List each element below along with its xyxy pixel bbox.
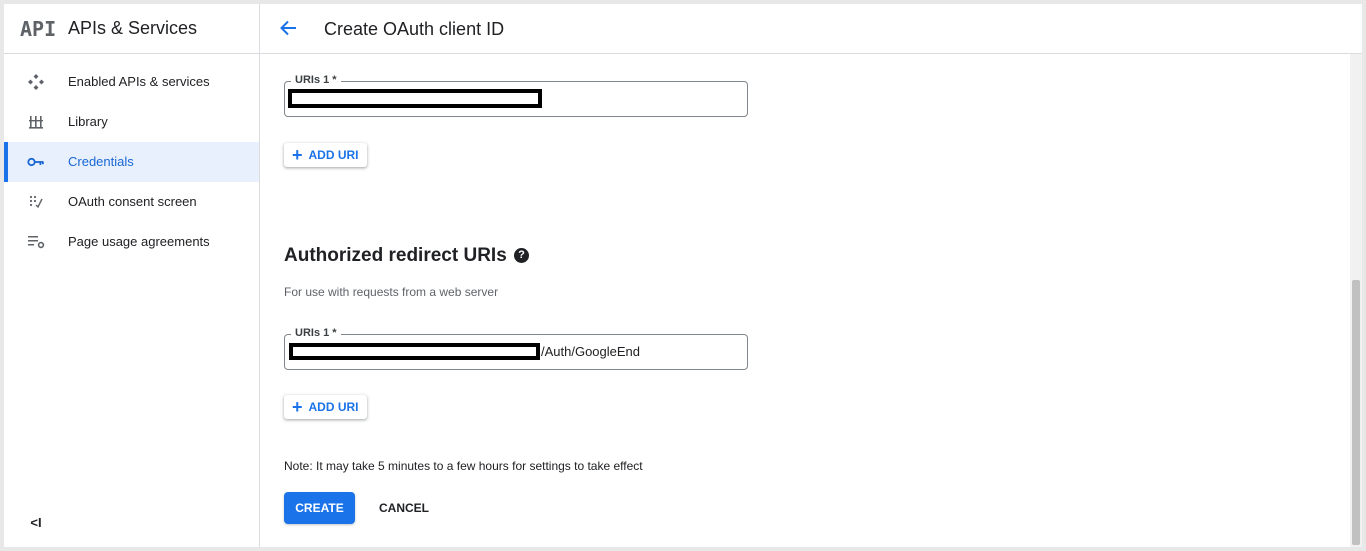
sidebar-nav: Enabled APIs & services Library Credenti… [4,62,259,262]
apis-icon [26,72,46,92]
redirect-uris-description: For use with requests from a web server [284,285,499,299]
window-frame: API APIs & Services Enabled APIs & servi… [0,0,1366,551]
library-icon [26,112,46,132]
sidebar-item-label: Enabled APIs & services [68,74,210,89]
sidebar-item-library[interactable]: Library [4,102,259,142]
redirect-uris-title: Authorized redirect URIs [284,245,507,266]
sidebar-item-enabled-apis[interactable]: Enabled APIs & services [4,62,259,102]
redirect-uri-value: /Auth/GoogleEnd [541,344,641,359]
scrollbar[interactable] [1350,54,1362,547]
settings-note: Note: It may take 5 minutes to a few hou… [284,459,643,473]
origin-uri-field[interactable]: URIs 1 * [284,74,748,117]
field-label: URIs 1 * [291,74,341,86]
main-panel: Create OAuth client ID URIs 1 * + ADD UR… [260,4,1362,547]
sidebar-item-label: OAuth consent screen [68,194,197,209]
sidebar: API APIs & Services Enabled APIs & servi… [4,4,260,547]
sidebar-item-label: Library [68,114,108,129]
page-title: Create OAuth client ID [324,19,505,39]
product-title: APIs & Services [68,18,198,38]
sidebar-item-page-usage[interactable]: Page usage agreements [4,222,259,262]
add-redirect-uri-button[interactable]: + ADD URI [284,395,367,419]
page-header: Create OAuth client ID [260,4,1362,54]
api-logo: API [20,17,57,41]
add-uri-label: ADD URI [308,148,359,162]
collapse-icon: <I [30,514,42,530]
plus-icon: + [292,145,303,165]
settings-list-icon [26,232,46,252]
help-icon[interactable]: ? [514,248,529,263]
arrow-back-icon [280,20,296,36]
redaction-mark [289,343,540,360]
sidebar-item-label: Page usage agreements [68,234,210,249]
redirect-uri-field[interactable]: URIs 1 * /Auth/GoogleEnd [284,327,748,370]
sidebar-header: API APIs & Services [4,4,259,54]
cancel-button[interactable]: CANCEL [368,492,440,524]
plus-icon: + [292,397,303,417]
add-origin-uri-button[interactable]: + ADD URI [284,143,367,167]
add-uri-label: ADD URI [308,400,359,414]
collapse-sidebar-button[interactable]: <I [26,512,46,532]
scrollbar-thumb[interactable] [1352,280,1360,545]
sidebar-item-label: Credentials [68,154,134,169]
redaction-mark [288,89,542,108]
key-icon [26,152,46,172]
sidebar-item-credentials[interactable]: Credentials [4,142,259,182]
consent-icon [26,192,46,212]
form-content: URIs 1 * + ADD URI Authorized redirect U… [260,55,1350,547]
field-label: URIs 1 * [291,327,341,339]
create-button[interactable]: CREATE [284,492,355,524]
back-button[interactable] [276,16,300,40]
sidebar-item-oauth-consent[interactable]: OAuth consent screen [4,182,259,222]
